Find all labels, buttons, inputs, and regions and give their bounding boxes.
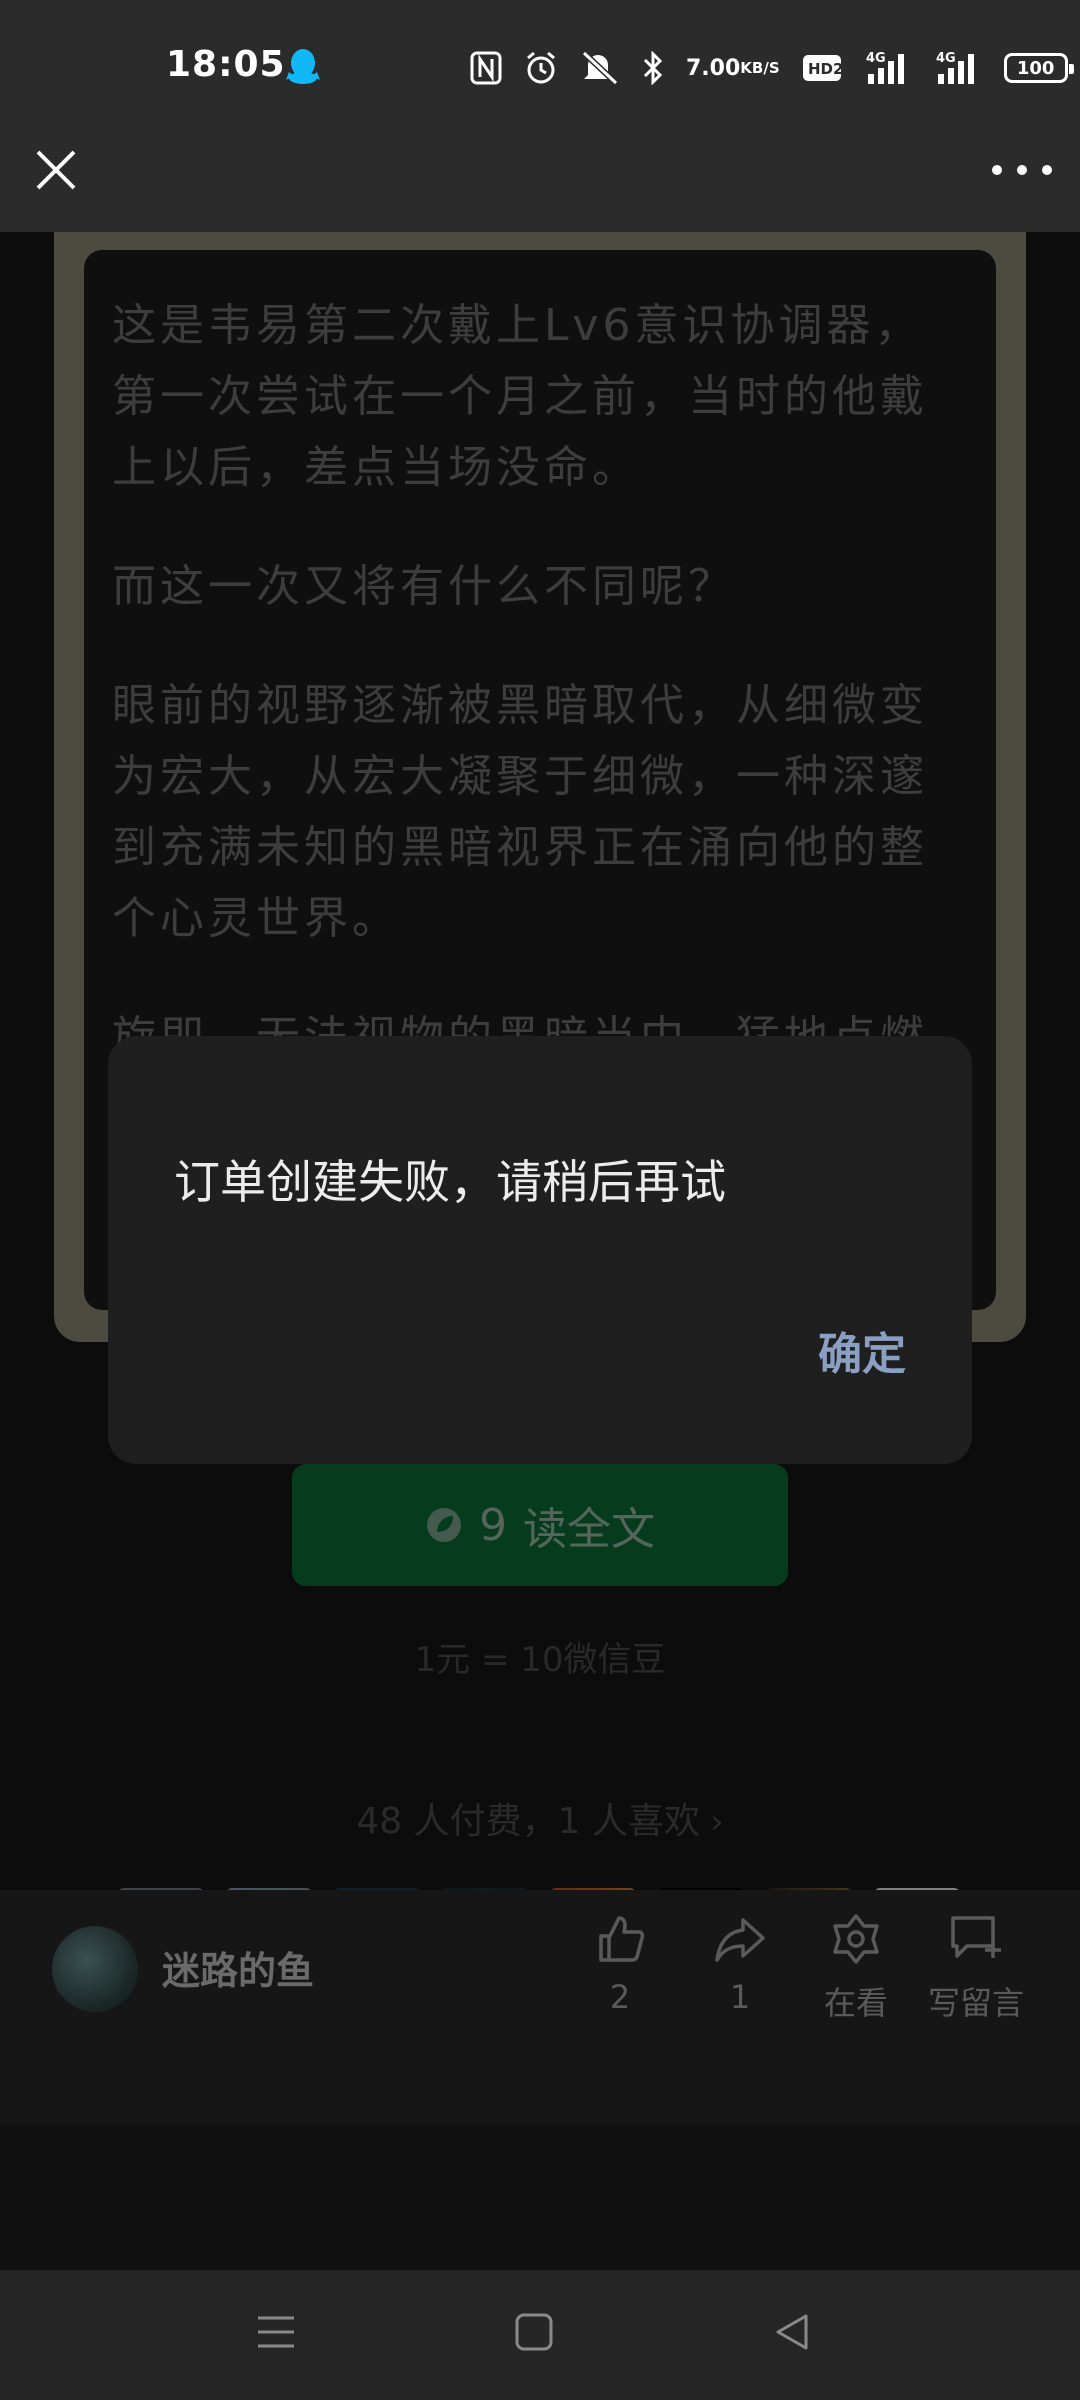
- back-icon[interactable]: [772, 2312, 812, 2352]
- status-bar: 18:05 7.00 KB/S HD2 4G 4G 100: [0, 0, 1080, 136]
- thumbs-up-icon: [599, 1916, 645, 1962]
- confirm-button[interactable]: 确定: [818, 1318, 906, 1382]
- svg-text:4G: 4G: [866, 51, 886, 66]
- share-button[interactable]: 1: [680, 1912, 800, 2016]
- like-button[interactable]: 2: [560, 1912, 680, 2016]
- signal-1-icon: 4G: [864, 50, 912, 86]
- alarm-icon: [524, 51, 558, 85]
- author-avatar[interactable]: [52, 1926, 138, 2012]
- write-comment-label: 写留言: [927, 1984, 1024, 2022]
- svg-text:4G: 4G: [936, 51, 956, 66]
- watching-button[interactable]: 在看: [796, 1912, 916, 2024]
- comment-add-icon: [951, 1916, 1001, 1958]
- share-icon: [715, 1918, 765, 1962]
- watching-label: 在看: [823, 1984, 888, 2022]
- svg-text:HD2: HD2: [808, 60, 842, 78]
- signal-2-icon: 4G: [934, 50, 982, 86]
- status-time: 18:05: [166, 44, 286, 85]
- menu-icon[interactable]: [256, 2312, 296, 2352]
- system-navigation-bar: [0, 2270, 1080, 2400]
- watching-flower-icon: [833, 1914, 879, 1964]
- status-icons: 7.00 KB/S HD2 4G 4G 100: [470, 46, 1074, 90]
- nfc-icon: [470, 51, 502, 85]
- error-dialog: 订单创建失败，请稍后再试 确定: [108, 1036, 972, 1464]
- author-name[interactable]: 迷路的鱼: [162, 1940, 314, 1995]
- bluetooth-icon: [642, 51, 664, 85]
- home-icon[interactable]: [514, 2312, 554, 2352]
- more-icon[interactable]: [992, 150, 1052, 190]
- mute-icon: [580, 51, 620, 85]
- share-count: 1: [729, 1978, 751, 2016]
- dialog-message: 订单创建失败，请稍后再试: [174, 1155, 726, 1209]
- app-bar: [0, 136, 1080, 232]
- qq-notification-icon: [286, 49, 320, 84]
- battery-icon: 100: [1003, 53, 1074, 83]
- bottom-action-bar: 迷路的鱼 2 1 在看 写留言: [0, 1890, 1080, 2124]
- close-icon[interactable]: [28, 142, 84, 198]
- network-speed: 7.00 KB/S: [686, 55, 780, 81]
- hd-icon: HD2: [802, 54, 842, 82]
- like-count: 2: [609, 1978, 631, 2016]
- write-comment-button[interactable]: 写留言: [916, 1912, 1036, 2024]
